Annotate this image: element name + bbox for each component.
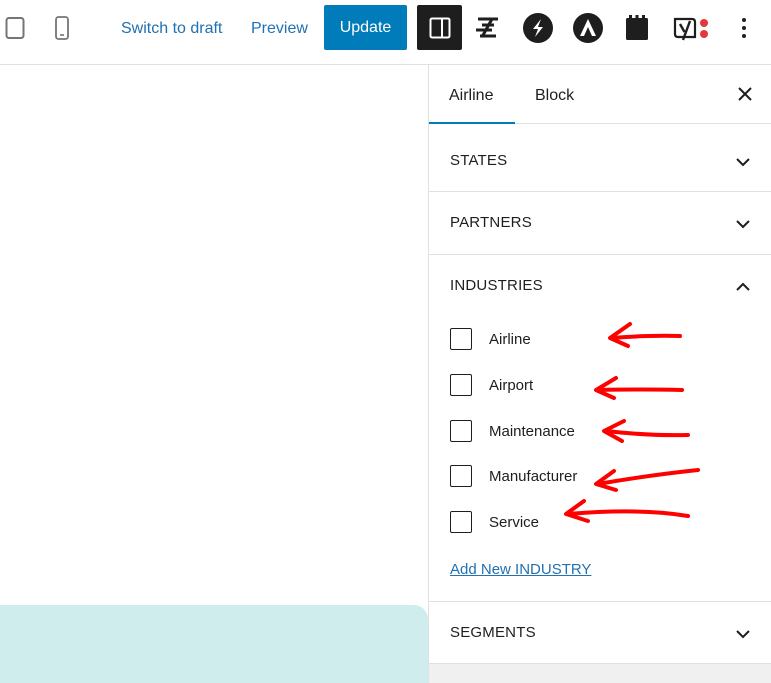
sidebar-footer	[429, 664, 771, 683]
term-checkbox-service[interactable]	[450, 511, 472, 533]
stackable-button[interactable]	[470, 11, 504, 45]
panel-partners: PARTNERS	[429, 192, 771, 255]
astra-button[interactable]	[571, 11, 605, 45]
yoast-seo-icon	[673, 17, 708, 41]
panel-title: PARTNERS	[450, 214, 532, 231]
term-item: Maintenance	[450, 418, 575, 444]
settings-sidebar: Airline Block STATES PARTNERS INDUSTRIES	[428, 65, 771, 683]
update-button[interactable]: Update	[324, 5, 407, 50]
term-item: Airport	[450, 372, 533, 398]
stackable-icon	[476, 17, 498, 38]
more-options-button[interactable]	[734, 13, 754, 43]
term-item: Service	[450, 509, 539, 535]
close-sidebar-button[interactable]	[734, 83, 756, 105]
panel-states: STATES	[429, 130, 771, 192]
panel-title: SEGMENTS	[450, 624, 536, 641]
yoast-seo-button[interactable]	[672, 11, 712, 45]
term-item: Airline	[450, 326, 531, 352]
term-label[interactable]: Airport	[489, 377, 533, 394]
panel-title: STATES	[450, 152, 508, 169]
more-options-icon	[742, 18, 746, 38]
term-item: Manufacturer	[450, 463, 577, 489]
mobile-icon	[55, 16, 69, 40]
term-label[interactable]: Maintenance	[489, 423, 575, 440]
editor-toolbar: Switch to draft Preview Update	[0, 0, 771, 65]
preview-button[interactable]: Preview	[251, 18, 308, 40]
chevron-down-icon	[736, 630, 750, 639]
panel-title: INDUSTRIES	[450, 277, 543, 294]
sidebar-tabs: Airline Block	[429, 65, 771, 124]
panel-industries-header[interactable]: INDUSTRIES	[429, 255, 771, 317]
chevron-down-icon	[736, 220, 750, 229]
switch-to-draft-button[interactable]: Switch to draft	[121, 18, 222, 40]
add-new-industry-link[interactable]: Add New INDUSTRY	[450, 561, 591, 578]
term-checkbox-manufacturer[interactable]	[450, 465, 472, 487]
close-icon	[738, 87, 752, 101]
content-block[interactable]	[0, 605, 428, 683]
panel-segments-header[interactable]: SEGMENTS	[429, 602, 771, 664]
term-label[interactable]: Manufacturer	[489, 468, 577, 485]
mobile-preview-button[interactable]	[53, 14, 71, 42]
settings-sidebar-icon	[429, 17, 450, 38]
strattic-button[interactable]	[521, 11, 555, 45]
settings-sidebar-toggle[interactable]	[417, 5, 462, 50]
tablet-icon	[5, 17, 25, 39]
chevron-down-icon	[736, 158, 750, 167]
panel-states-header[interactable]: STATES	[429, 130, 771, 192]
strattic-icon	[523, 13, 553, 43]
term-label[interactable]: Service	[489, 514, 539, 531]
term-label[interactable]: Airline	[489, 331, 531, 348]
term-checkbox-maintenance[interactable]	[450, 420, 472, 442]
panel-partners-header[interactable]: PARTNERS	[429, 192, 771, 254]
astra-icon	[573, 13, 603, 43]
chevron-up-icon	[736, 282, 750, 291]
panel-segments: SEGMENTS	[429, 602, 771, 664]
panel-industries: INDUSTRIES Airline Airport Maintenance M…	[429, 255, 771, 602]
term-checkbox-airport[interactable]	[450, 374, 472, 396]
term-checkbox-airline[interactable]	[450, 328, 472, 350]
editor-canvas[interactable]	[0, 65, 428, 683]
tab-block[interactable]: Block	[535, 65, 574, 124]
tablet-preview-button[interactable]	[4, 14, 26, 42]
clipboard-icon	[626, 15, 648, 40]
tab-airline[interactable]: Airline	[429, 65, 515, 124]
clipboard-button[interactable]	[620, 11, 654, 45]
